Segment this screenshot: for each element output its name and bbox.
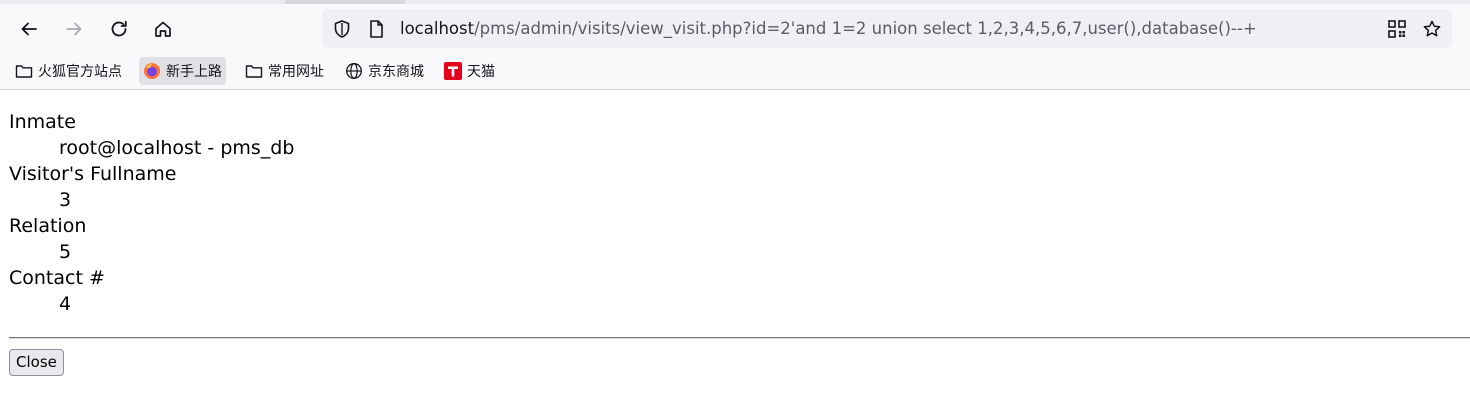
field-value: 4: [59, 293, 72, 315]
bookmark-label: 京东商城: [368, 64, 424, 80]
bookmark-label: 火狐官方站点: [38, 64, 122, 80]
field-value: root@localhost - pms_db: [59, 137, 295, 159]
globe-icon: [345, 62, 363, 80]
firefox-icon: [143, 62, 161, 80]
shield-icon[interactable]: [331, 18, 353, 40]
details-list: Inmate root@localhost - pms_db Visitor's…: [9, 108, 1461, 316]
tab-strip: [0, 0, 1470, 4]
folder-icon: [245, 62, 263, 80]
qr-code-icon[interactable]: [1386, 18, 1408, 40]
bookmark-item[interactable]: 天猫: [440, 57, 499, 85]
active-tab-indicator: [285, 0, 405, 4]
home-icon: [155, 21, 171, 37]
page-icon[interactable]: [365, 18, 387, 40]
back-button[interactable]: [12, 12, 46, 46]
arrow-right-icon: [66, 22, 82, 36]
close-button[interactable]: Close: [9, 349, 64, 376]
bookmark-label: 常用网址: [268, 64, 324, 80]
bookmarks-toolbar: 火狐官方站点 新手上路 常用网址 京东商城 天猫: [0, 55, 1470, 87]
url-text[interactable]: localhost/pms/admin/visits/view_visit.ph…: [400, 19, 1257, 39]
address-bar[interactable]: localhost/pms/admin/visits/view_visit.ph…: [322, 9, 1452, 48]
field-value: 5: [59, 241, 72, 263]
field-label: Relation: [9, 215, 87, 237]
bookmark-item[interactable]: 火狐官方站点: [11, 57, 126, 85]
bookmark-item[interactable]: 常用网址: [241, 57, 328, 85]
forward-button[interactable]: [57, 12, 91, 46]
field-label: Contact #: [9, 267, 105, 289]
bookmark-label: 天猫: [467, 64, 495, 80]
tmall-icon: [444, 62, 462, 80]
bookmark-label: 新手上路: [166, 64, 222, 80]
home-button[interactable]: [146, 12, 180, 46]
field-label: Inmate: [9, 111, 76, 133]
reload-icon: [111, 20, 127, 37]
arrow-left-icon: [21, 22, 37, 36]
url-host: localhost: [400, 19, 475, 38]
folder-icon: [15, 62, 33, 80]
visit-details: Inmate root@localhost - pms_db Visitor's…: [9, 108, 1461, 316]
browser-toolbar: localhost/pms/admin/visits/view_visit.ph…: [0, 0, 1470, 90]
reload-button[interactable]: [102, 12, 136, 46]
field-value: 3: [59, 189, 72, 211]
field-label: Visitor's Fullname: [9, 163, 177, 185]
bookmark-item[interactable]: 新手上路: [139, 57, 226, 85]
divider: [9, 337, 1470, 339]
bookmark-item[interactable]: 京东商城: [341, 57, 428, 85]
url-path: /pms/admin/visits/view_visit.php?id=2'an…: [474, 19, 1257, 38]
bookmark-star-icon[interactable]: [1421, 18, 1443, 40]
